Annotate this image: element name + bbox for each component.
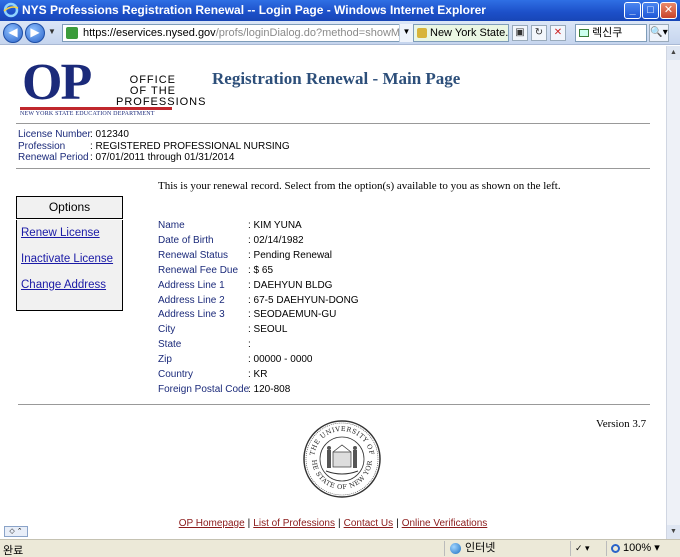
minimize-button[interactable]: _ bbox=[624, 2, 641, 19]
record-value: : Pending Renewal bbox=[248, 250, 332, 261]
record-value: : 02/14/1982 bbox=[248, 235, 304, 246]
zone-label: 인터넷 bbox=[465, 542, 496, 554]
zoom-dropdown-icon: ▾ bbox=[654, 542, 660, 554]
status-bar: 완료 인터넷 ✓ ▾ 100% ▾ bbox=[0, 539, 680, 557]
record-value: : KR bbox=[248, 369, 268, 380]
op-homepage-link[interactable]: OP Homepage bbox=[179, 518, 245, 529]
refresh-icon[interactable]: ↻ bbox=[531, 25, 547, 41]
record-label: City bbox=[158, 324, 176, 335]
op-logo[interactable]: OP OFFICE OF THE PROFESSIONS NEW YORK ST… bbox=[20, 54, 207, 121]
options-heading: Options bbox=[16, 196, 123, 219]
license-number-label: License Number bbox=[18, 129, 91, 140]
profession-label: Profession bbox=[18, 140, 66, 152]
stop-icon[interactable]: ✕ bbox=[550, 25, 566, 41]
compatibility-view-icon[interactable]: ▣ bbox=[512, 25, 528, 41]
footer-separator: | bbox=[338, 518, 341, 529]
internet-explorer-icon bbox=[3, 2, 19, 18]
intro-text: This is your renewal record. Select from… bbox=[158, 180, 561, 192]
lock-icon bbox=[417, 28, 427, 38]
renewal-period-label: Renewal Period bbox=[18, 152, 89, 163]
record-value: : $ 65 bbox=[248, 265, 274, 276]
page-tool-icon[interactable]: ◇ ⌃ bbox=[4, 526, 28, 537]
license-number-value: : 012340 bbox=[90, 129, 129, 140]
record-label: Address Line 1 bbox=[158, 280, 225, 291]
online-verifications-link[interactable]: Online Verifications bbox=[402, 518, 488, 529]
options-menu: Renew License Inactivate License Change … bbox=[16, 220, 123, 311]
logo-letters: OP bbox=[22, 54, 92, 111]
search-provider-icon bbox=[579, 29, 589, 37]
window-titlebar: NYS Professions Registration Renewal -- … bbox=[0, 0, 680, 21]
search-text: 렉신쿠 bbox=[592, 27, 623, 39]
university-seal-icon: THE UNIVERSITY OF THE STATE OF NEW YORK bbox=[302, 419, 381, 498]
globe-icon bbox=[450, 543, 461, 554]
record-label: Renewal Status bbox=[158, 250, 229, 261]
close-button[interactable]: ✕ bbox=[660, 2, 677, 19]
record-value: : 120-808 bbox=[248, 384, 291, 395]
address-input[interactable]: https://eservices.nysed.gov/profs/loginD… bbox=[62, 24, 412, 42]
scroll-down-icon[interactable]: ▼ bbox=[667, 525, 680, 539]
info-divider bbox=[16, 168, 650, 169]
record-label: Address Line 3 bbox=[158, 309, 225, 320]
window-title: NYS Professions Registration Renewal -- … bbox=[22, 3, 486, 17]
contact-us-link[interactable]: Contact Us bbox=[344, 518, 393, 529]
record-label: Country bbox=[158, 369, 194, 380]
inactivate-license-link[interactable]: Inactivate License bbox=[21, 253, 113, 265]
url-path: /profs/loginDialog.do?method=showMenu bbox=[215, 27, 412, 39]
address-dropdown-icon[interactable]: ▼ bbox=[399, 24, 413, 42]
renewal-period-value: : 07/01/2011 through 01/31/2014 bbox=[90, 152, 235, 163]
forward-button[interactable]: ▶ bbox=[25, 23, 45, 43]
logo-office-line3: PROFESSIONS bbox=[116, 96, 207, 108]
page-icon bbox=[66, 27, 78, 39]
maximize-button[interactable]: □ bbox=[642, 2, 659, 19]
status-text: 완료 bbox=[3, 545, 24, 557]
list-of-professions-link[interactable]: List of Professions bbox=[253, 518, 335, 529]
security-zone[interactable]: 인터넷 bbox=[444, 541, 564, 556]
renew-license-link[interactable]: Renew License bbox=[21, 227, 100, 239]
security-report-button[interactable]: New York State... bbox=[413, 24, 509, 42]
record-label: Foreign Postal Code bbox=[158, 384, 250, 395]
record-label: Name bbox=[158, 220, 185, 231]
scroll-up-icon[interactable]: ▲ bbox=[667, 46, 680, 60]
logo-office-text: OFFICE OF THE PROFESSIONS bbox=[116, 75, 207, 108]
record-label: Renewal Fee Due bbox=[158, 265, 239, 276]
page-title: Registration Renewal - Main Page bbox=[212, 69, 461, 88]
protected-mode-icon[interactable]: ✓ ▾ bbox=[570, 541, 606, 556]
zoom-icon bbox=[611, 544, 620, 553]
footer-separator: | bbox=[247, 518, 251, 529]
history-dropdown-icon[interactable]: ▼ bbox=[48, 27, 56, 36]
change-address-link[interactable]: Change Address bbox=[21, 279, 106, 291]
vertical-scrollbar[interactable]: ▲ ▼ bbox=[666, 46, 680, 539]
logo-department: NEW YORK STATE EDUCATION DEPARTMENT bbox=[20, 111, 155, 117]
url-domain: https://eservices.nysed.gov bbox=[83, 27, 216, 39]
record-label: Date of Birth bbox=[158, 235, 214, 246]
footer-links: OP Homepage | List of Professions | Contact … bbox=[0, 518, 666, 529]
record-value: : SEODAEMUN-GU bbox=[248, 309, 337, 320]
zoom-control[interactable]: 100% ▾ bbox=[606, 541, 676, 556]
record-value: : 67-5 DAEHYUN-DONG bbox=[248, 295, 359, 306]
record-value: : KIM YUNA bbox=[248, 220, 302, 231]
record-value: : DAEHYUN BLDG bbox=[248, 280, 333, 291]
record-label: Zip bbox=[158, 354, 172, 365]
license-info: License Number: 012340 Profession : REGIS… bbox=[18, 129, 290, 164]
record-label: Address Line 2 bbox=[158, 295, 225, 306]
address-toolbar: ◀ ▶ ▼ https://eservices.nysed.gov/profs/… bbox=[0, 21, 680, 45]
record-divider bbox=[18, 404, 650, 405]
certificate-label: New York State... bbox=[430, 27, 509, 39]
footer-separator: | bbox=[396, 518, 399, 529]
record-value: : bbox=[248, 339, 251, 350]
record-value: : SEOUL bbox=[248, 324, 288, 335]
search-input[interactable]: 렉신쿠 bbox=[575, 24, 647, 42]
record-value: : 00000 - 0000 bbox=[248, 354, 313, 365]
search-button[interactable]: 🔍▾ bbox=[649, 24, 669, 42]
record-label: State bbox=[158, 339, 182, 350]
profession-value: : REGISTERED PROFESSIONAL NURSING bbox=[90, 140, 290, 152]
version-label: Version 3.7 bbox=[596, 418, 647, 430]
zoom-level: 100% bbox=[623, 542, 652, 554]
back-button[interactable]: ◀ bbox=[3, 23, 23, 43]
page-viewport: OP OFFICE OF THE PROFESSIONS NEW YORK ST… bbox=[0, 46, 666, 539]
header-divider bbox=[16, 123, 650, 124]
